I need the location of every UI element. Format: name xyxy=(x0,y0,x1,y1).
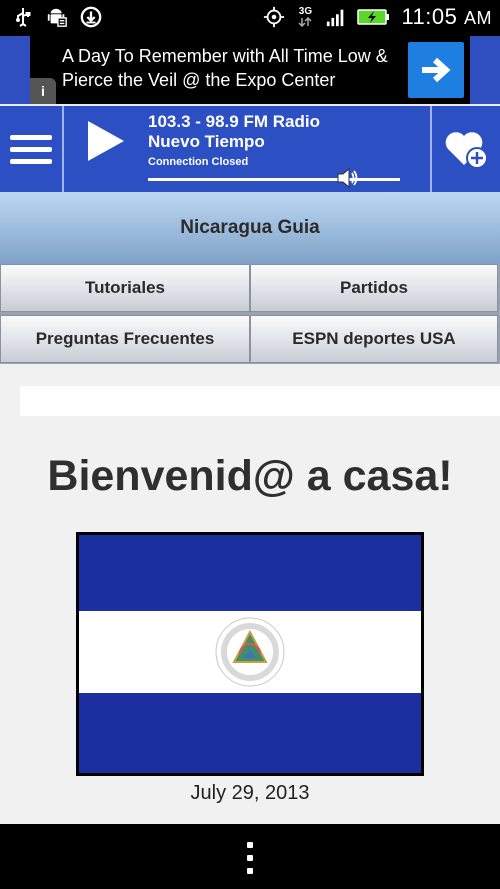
network-type-label: 3G xyxy=(298,6,313,17)
status-bar: 3G 11:05 AM xyxy=(0,0,500,36)
ad-arrow-button[interactable] xyxy=(408,42,464,98)
nicaragua-flag-image xyxy=(76,532,424,776)
nav-button-partidos[interactable]: Partidos xyxy=(250,264,498,312)
info-icon: i xyxy=(41,83,45,99)
system-nav-bar xyxy=(0,824,500,889)
menu-button[interactable] xyxy=(0,106,64,192)
nav-button-preguntas-frecuentes[interactable]: Preguntas Frecuentes xyxy=(0,315,250,363)
clock: 11:05 AM xyxy=(401,4,492,30)
page-title: Nicaragua Guia xyxy=(180,217,320,238)
station-info: 103.3 - 98.9 FM Radio Nuevo Tiempo Conne… xyxy=(148,112,320,170)
add-favorite-button[interactable] xyxy=(430,106,500,192)
post-date: July 29, 2013 xyxy=(190,782,310,804)
ad-text[interactable]: A Day To Remember with All Time Low & Pi… xyxy=(62,44,402,92)
volume-icon[interactable] xyxy=(336,167,358,189)
flag-band-top xyxy=(79,535,421,611)
play-button[interactable] xyxy=(82,118,128,164)
android-debug-icon xyxy=(46,6,68,28)
nav-button-espn-deportes[interactable]: ESPN deportes USA xyxy=(250,315,498,363)
usb-icon xyxy=(12,6,34,28)
welcome-heading: Bienvenid@ a casa! xyxy=(47,452,453,500)
overflow-menu-icon[interactable] xyxy=(244,842,256,874)
clock-ampm: AM xyxy=(464,8,492,28)
station-frequency: 103.3 - 98.9 FM Radio xyxy=(148,112,320,131)
main-content: Bienvenid@ a casa! July 29, 2013 xyxy=(0,364,500,824)
download-icon xyxy=(80,6,102,28)
radio-player: 103.3 - 98.9 FM Radio Nuevo Tiempo Conne… xyxy=(0,106,500,192)
gps-icon xyxy=(263,6,285,28)
ad-banner[interactable]: A Day To Remember with All Time Low & Pi… xyxy=(0,36,500,104)
arrow-right-icon xyxy=(422,57,451,83)
menu-line xyxy=(10,146,52,152)
overflow-dot xyxy=(247,842,253,848)
overflow-dot xyxy=(247,868,253,874)
menu-line xyxy=(10,158,52,164)
flag-band-bottom xyxy=(79,693,421,773)
coat-of-arms-icon xyxy=(215,617,285,687)
play-icon xyxy=(88,121,124,161)
nav-grid: Tutoriales Partidos Preguntas Frecuentes… xyxy=(0,264,500,364)
nav-button-tutoriales[interactable]: Tutoriales xyxy=(0,264,250,312)
ad-content[interactable]: A Day To Remember with All Time Low & Pi… xyxy=(30,36,470,104)
heart-plus-icon xyxy=(445,132,488,169)
content-spacer xyxy=(20,386,500,416)
menu-line xyxy=(10,134,52,140)
station-name: Nuevo Tiempo xyxy=(148,132,265,151)
ad-info-button[interactable]: i xyxy=(30,78,56,104)
battery-charging-icon xyxy=(357,6,391,28)
section-header: Nicaragua Guia xyxy=(0,192,500,264)
overflow-dot xyxy=(247,855,253,861)
volume-slider[interactable] xyxy=(148,167,400,189)
connection-status: Connection Closed xyxy=(148,156,249,168)
signal-icon xyxy=(325,6,347,28)
network-3g-icon: 3G xyxy=(295,6,315,28)
clock-time: 11:05 xyxy=(401,4,458,29)
